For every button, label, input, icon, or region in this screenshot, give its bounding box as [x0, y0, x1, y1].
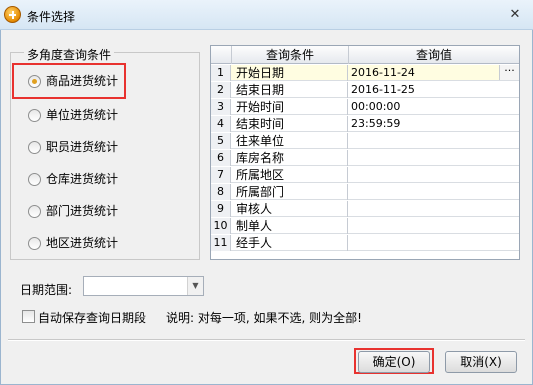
table-row[interactable]: 7 所属地区	[211, 167, 519, 183]
window-title: 条件选择	[27, 10, 76, 24]
value-cell[interactable]: 23:59:59	[349, 116, 519, 132]
row-number-header	[211, 46, 232, 64]
condition-cell: 结束日期	[232, 82, 348, 98]
row-number: 1	[211, 65, 231, 81]
radio-unit-stats[interactable]: 单位进货统计	[26, 105, 118, 125]
table-row[interactable]: 3 开始时间 00:00:00	[211, 99, 519, 115]
row-number: 3	[211, 99, 231, 115]
condition-cell: 经手人	[232, 235, 348, 251]
row-number: 2	[211, 82, 231, 98]
radio-staff-stats[interactable]: 职员进货统计	[26, 137, 118, 157]
date-range-select[interactable]: ▼	[83, 276, 204, 296]
value-cell[interactable]	[349, 184, 519, 200]
query-conditions-grid: 查询条件 查询值 1 开始日期 2016-11-24 ··· 2 结束日期 20…	[210, 45, 520, 260]
value-cell[interactable]	[349, 133, 519, 149]
table-row[interactable]: 5 往来单位	[211, 133, 519, 149]
value-cell[interactable]	[349, 218, 519, 234]
table-row[interactable]: 4 结束时间 23:59:59	[211, 116, 519, 132]
table-row[interactable]: 1 开始日期 2016-11-24 ···	[211, 65, 519, 81]
close-icon[interactable]: ✕	[507, 7, 523, 23]
row-number: 7	[211, 167, 231, 183]
row-number: 11	[211, 235, 231, 251]
table-row[interactable]: 8 所属部门	[211, 184, 519, 200]
value-cell[interactable]: 00:00:00	[349, 99, 519, 115]
radio-region-stats[interactable]: 地区进货统计	[26, 233, 118, 253]
row-number: 9	[211, 201, 231, 217]
column-header-condition[interactable]: 查询条件	[232, 46, 349, 64]
row-number: 10	[211, 218, 231, 234]
hint-text: 说明: 对每一项, 如果不选, 则为全部!	[166, 311, 362, 325]
radio-warehouse-stats[interactable]: 仓库进货统计	[26, 169, 118, 189]
value-cell[interactable]	[349, 167, 519, 183]
table-row[interactable]: 11 经手人	[211, 235, 519, 251]
radio-icon	[28, 109, 41, 122]
condition-cell: 开始日期	[232, 65, 348, 81]
divider	[8, 339, 525, 340]
autosave-checkbox[interactable]	[22, 310, 35, 323]
grid-header: 查询条件 查询值	[211, 46, 519, 64]
row-number: 5	[211, 133, 231, 149]
condition-cell: 所属部门	[232, 184, 348, 200]
row-number: 6	[211, 150, 231, 166]
ellipsis-button[interactable]: ···	[499, 65, 519, 80]
highlight-box-selected-option	[12, 63, 126, 99]
date-range-label: 日期范围:	[20, 283, 73, 297]
radio-label: 地区进货统计	[46, 236, 119, 250]
title-bar: 条件选择 ✕	[0, 0, 533, 30]
radio-label: 职员进货统计	[46, 140, 119, 154]
value-cell[interactable]	[349, 150, 519, 166]
radio-icon	[28, 237, 41, 250]
table-row[interactable]: 9 审核人	[211, 201, 519, 217]
radio-label: 仓库进货统计	[46, 172, 119, 186]
chevron-down-icon[interactable]: ▼	[187, 277, 203, 295]
radio-icon	[28, 141, 41, 154]
value-cell[interactable]: 2016-11-24	[349, 65, 519, 81]
row-number: 8	[211, 184, 231, 200]
radio-label: 部门进货统计	[46, 204, 119, 218]
app-logo-icon	[4, 6, 21, 23]
table-row[interactable]: 2 结束日期 2016-11-25	[211, 82, 519, 98]
radio-icon	[28, 173, 41, 186]
value-cell[interactable]	[349, 201, 519, 217]
cancel-button[interactable]: 取消(X)	[445, 351, 517, 373]
condition-cell: 制单人	[232, 218, 348, 234]
row-number: 4	[211, 116, 231, 132]
autosave-label[interactable]: 自动保存查询日期段	[38, 309, 146, 326]
ok-button[interactable]: 确定(O)	[358, 351, 430, 373]
value-cell[interactable]: 2016-11-25	[349, 82, 519, 98]
condition-cell: 结束时间	[232, 116, 348, 132]
radio-icon	[28, 205, 41, 218]
radio-label: 单位进货统计	[46, 108, 119, 122]
condition-cell: 开始时间	[232, 99, 348, 115]
table-row[interactable]: 10 制单人	[211, 218, 519, 234]
condition-cell: 库房名称	[232, 150, 348, 166]
condition-cell: 所属地区	[232, 167, 348, 183]
column-header-value[interactable]: 查询值	[349, 46, 519, 64]
condition-cell: 审核人	[232, 201, 348, 217]
radio-department-stats[interactable]: 部门进货统计	[26, 201, 118, 221]
group-legend: 多角度查询条件	[24, 46, 115, 63]
value-cell[interactable]	[349, 235, 519, 251]
table-row[interactable]: 6 库房名称	[211, 150, 519, 166]
condition-cell: 往来单位	[232, 133, 348, 149]
